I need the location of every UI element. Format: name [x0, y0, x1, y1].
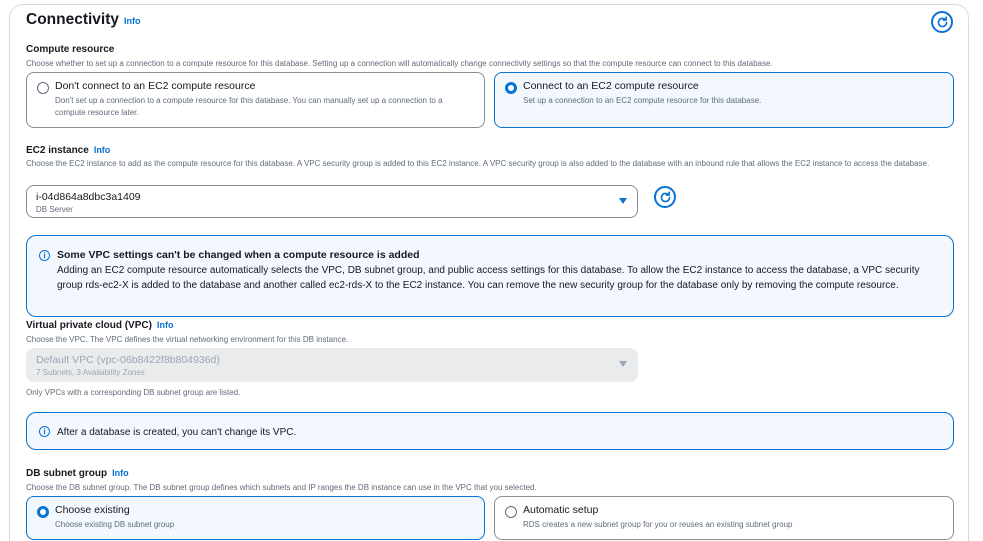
refresh-icon — [660, 190, 670, 202]
vpc-select: Default VPC (vpc-06b8422f8b804936d) 7 Su… — [26, 348, 638, 382]
section-refresh-button[interactable] — [931, 11, 953, 33]
db-subnet-group-description: Choose the DB subnet group. The DB subne… — [26, 483, 537, 492]
ec2-instance-select[interactable]: i-04d864a8dbc3a1409 DB Server — [26, 185, 638, 218]
vpc-settings-alert-title: Some VPC settings can't be changed when … — [57, 249, 420, 261]
subnet-info-link[interactable]: Info — [112, 468, 129, 478]
ec2-instance-subtext: DB Server — [36, 205, 73, 214]
tile-connect-ec2-title: Connect to an EC2 compute resource — [523, 80, 699, 92]
vpc-label-text: Virtual private cloud (VPC) — [26, 320, 152, 331]
tile-automatic-setup-description: RDS creates a new subnet group for you o… — [523, 520, 793, 529]
tile-connect-ec2-description: Set up a connection to an EC2 compute re… — [523, 96, 762, 105]
tile-dont-connect-description: Don't set up a connection to a compute r… — [55, 96, 443, 117]
vpc-settings-alert: i Some VPC settings can't be changed whe… — [26, 235, 954, 317]
radio-connect-ec2[interactable] — [505, 82, 517, 94]
compute-resource-description: Choose whether to set up a connection to… — [26, 59, 773, 68]
db-subnet-group-label-text: DB subnet group — [26, 468, 108, 479]
caret-down-icon — [619, 198, 627, 204]
tile-automatic-setup-title: Automatic setup — [523, 504, 599, 516]
tile-choose-existing-description: Choose existing DB subnet group — [55, 520, 175, 529]
refresh-icon — [937, 15, 947, 27]
vpc-info-link[interactable]: Info — [157, 320, 174, 330]
vpc-value: Default VPC (vpc-06b8422f8b804936d) — [36, 354, 220, 366]
vpc-subtext: 7 Subnets, 3 Availability Zones — [36, 368, 145, 377]
section-header: Connectivity Info — [26, 11, 141, 29]
tile-connect-ec2[interactable]: Connect to an EC2 compute resource Set u… — [494, 72, 954, 128]
info-circle-icon: i — [39, 250, 50, 261]
tile-choose-existing-title: Choose existing — [55, 504, 130, 516]
ec2-refresh-button[interactable] — [654, 186, 676, 208]
radio-dont-connect[interactable] — [37, 82, 49, 94]
tile-dont-connect[interactable]: Don't connect to an EC2 compute resource… — [26, 72, 485, 128]
tile-dont-connect-title: Don't connect to an EC2 compute resource — [55, 80, 256, 92]
caret-down-icon — [619, 361, 627, 367]
db-subnet-group-label: DB subnet group Info — [26, 468, 129, 479]
tile-choose-existing[interactable]: Choose existing Choose existing DB subne… — [26, 496, 485, 540]
radio-choose-existing[interactable] — [37, 506, 49, 518]
ec2-instance-description: Choose the EC2 instance to add as the co… — [26, 159, 930, 168]
ec2-info-link[interactable]: Info — [94, 145, 111, 155]
ec2-instance-label: EC2 instance Info — [26, 145, 110, 156]
ec2-instance-value: i-04d864a8dbc3a1409 — [36, 191, 141, 203]
vpc-description: Choose the VPC. The VPC defines the virt… — [26, 335, 349, 344]
info-circle-icon: i — [39, 426, 50, 437]
section-info-link[interactable]: Info — [124, 16, 141, 26]
radio-automatic-setup[interactable] — [505, 506, 517, 518]
vpc-change-alert-body: After a database is created, you can't c… — [57, 427, 297, 438]
vpc-settings-alert-body: Adding an EC2 compute resource automatic… — [57, 265, 920, 291]
vpc-hint: Only VPCs with a corresponding DB subnet… — [26, 388, 241, 397]
ec2-instance-label-text: EC2 instance — [26, 145, 89, 156]
vpc-label: Virtual private cloud (VPC) Info — [26, 320, 173, 331]
tile-automatic-setup[interactable]: Automatic setup RDS creates a new subnet… — [494, 496, 954, 540]
vpc-change-alert: i After a database is created, you can't… — [26, 412, 954, 450]
compute-resource-label: Compute resource — [26, 44, 115, 55]
section-title: Connectivity — [26, 11, 120, 28]
